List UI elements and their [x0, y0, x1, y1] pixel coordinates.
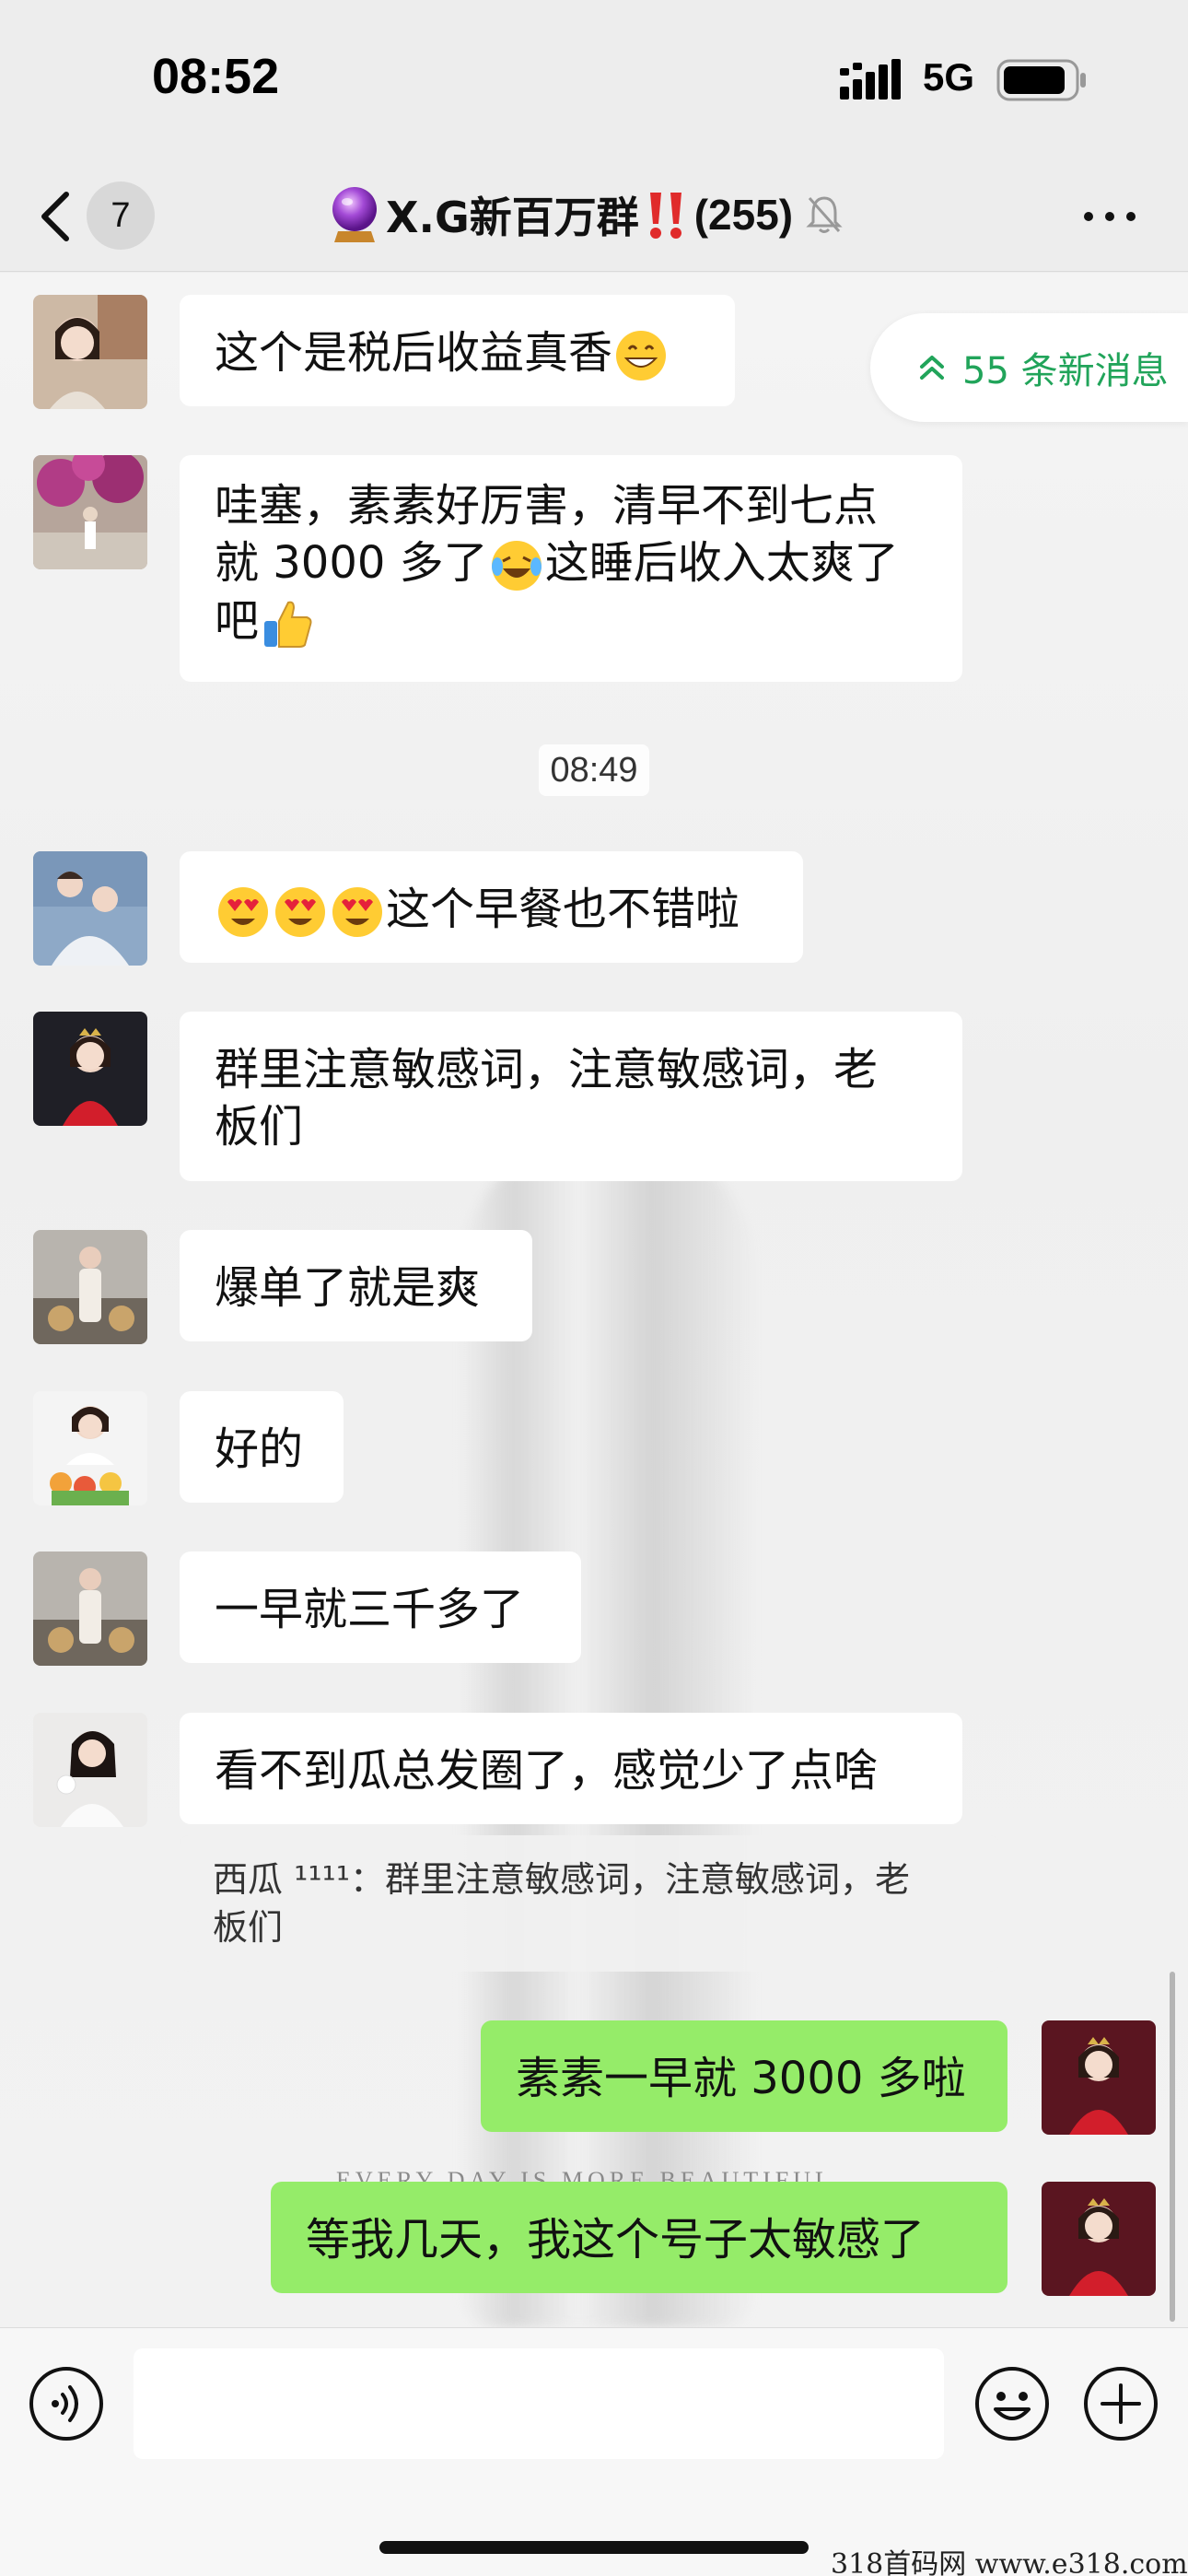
message-input[interactable]: [134, 2348, 944, 2459]
quoted-message[interactable]: 西瓜 ¹¹¹¹：群里注意敏感词，注意敏感词，老 板们: [180, 1835, 999, 1972]
voice-icon[interactable]: [28, 2365, 105, 2442]
double-chevron-up-icon: [920, 356, 944, 380]
heart-eyes-emoji: [332, 887, 382, 937]
new-messages-button[interactable]: 55 条新消息: [870, 313, 1188, 422]
message-text: 这睡后收入太爽了: [544, 537, 899, 589]
network-label: 5G: [923, 55, 975, 99]
avatar[interactable]: [33, 1391, 147, 1505]
scrollbar[interactable]: [1170, 1972, 1175, 2322]
message-text: 看不到瓜总发圈了，感觉少了点啥: [215, 1745, 879, 1797]
avatar[interactable]: [33, 1012, 147, 1126]
message-bubble[interactable]: 这个是税后收益真香: [180, 295, 735, 406]
my-message-bubble[interactable]: 等我几天，我这个号子太敏感了: [271, 2182, 1007, 2293]
plus-icon[interactable]: [1082, 2365, 1159, 2442]
my-avatar[interactable]: [1042, 2182, 1156, 2296]
unread-count-badge: 7: [87, 181, 155, 250]
message-text: 板们: [215, 1101, 304, 1153]
message-text: 这个是税后收益真香: [215, 327, 613, 379]
message-bubble[interactable]: 群里注意敏感词，注意敏感词，老 板们: [180, 1012, 962, 1181]
chat-title[interactable]: X.G新百万群 (255): [327, 178, 843, 252]
more-options-button[interactable]: [1077, 189, 1142, 244]
message-text: 哇塞，素素好厉害，清早不到七点: [215, 480, 879, 532]
status-bar: 08:52 5G: [0, 0, 1188, 161]
avatar[interactable]: [33, 295, 147, 409]
message-bubble[interactable]: 好的: [180, 1391, 344, 1503]
chat-header: 7 X.G新百万群 (255): [0, 161, 1188, 272]
signal-icon: [840, 59, 901, 100]
watermark: 318首码网 www.e318.com: [831, 2548, 1188, 2576]
avatar[interactable]: [33, 851, 147, 966]
back-chevron-icon: [41, 192, 69, 241]
heart-eyes-emoji: [275, 887, 325, 937]
back-button[interactable]: 7: [37, 180, 166, 253]
grinning-emoji: [616, 331, 667, 381]
message-text: 就 3000 多了: [215, 537, 488, 589]
quote-text: 板们: [213, 1907, 284, 1948]
message-text: 吧: [215, 595, 260, 647]
message-text: 群里注意敏感词，注意敏感词，老: [215, 1044, 879, 1095]
home-indicator: [379, 2541, 809, 2554]
message-bubble[interactable]: 这个早餐也不错啦: [180, 851, 803, 963]
battery-icon: [996, 59, 1086, 101]
my-avatar[interactable]: [1042, 2020, 1156, 2135]
message-text: 好的: [215, 1423, 304, 1475]
emoji-icon[interactable]: [973, 2365, 1051, 2442]
member-count: (255): [693, 191, 794, 239]
thumbs-up-emoji: [264, 601, 312, 648]
message-text: 等我几天，我这个号子太敏感了: [306, 2214, 926, 2266]
message-text: 一早就三千多了: [215, 1584, 525, 1635]
message-text: 素素一早就 3000 多啦: [516, 2053, 966, 2104]
avatar[interactable]: [33, 1230, 147, 1344]
message-text: 爆单了就是爽: [215, 1262, 481, 1314]
message-timestamp: 08:49: [539, 744, 649, 796]
message-bubble[interactable]: 爆单了就是爽: [180, 1230, 532, 1341]
double-exclamation-icon: [649, 193, 681, 239]
input-bar: [0, 2327, 1188, 2576]
status-time: 08:52: [152, 49, 280, 104]
quote-text: 西瓜 ¹¹¹¹：群里注意敏感词，注意敏感词，老: [213, 1859, 911, 1900]
avatar[interactable]: [33, 1713, 147, 1827]
message-text: 这个早餐也不错啦: [386, 884, 740, 935]
my-message-bubble[interactable]: 素素一早就 3000 多啦: [481, 2020, 1007, 2132]
mute-bell-icon: [806, 196, 843, 233]
avatar[interactable]: [33, 455, 147, 569]
message-bubble[interactable]: 一早就三千多了: [180, 1551, 581, 1663]
new-messages-label: 55 条新消息: [962, 350, 1169, 392]
group-name: X.G新百万群: [386, 193, 639, 242]
message-bubble[interactable]: 看不到瓜总发圈了，感觉少了点啥: [180, 1713, 962, 1824]
avatar[interactable]: [33, 1551, 147, 1666]
crystal-ball-icon: [332, 187, 377, 242]
crying-laughing-emoji: [491, 541, 542, 591]
heart-eyes-emoji: [218, 887, 268, 937]
message-bubble[interactable]: 哇塞，素素好厉害，清早不到七点 就 3000 多了 这睡后收入太爽了 吧: [180, 455, 962, 682]
